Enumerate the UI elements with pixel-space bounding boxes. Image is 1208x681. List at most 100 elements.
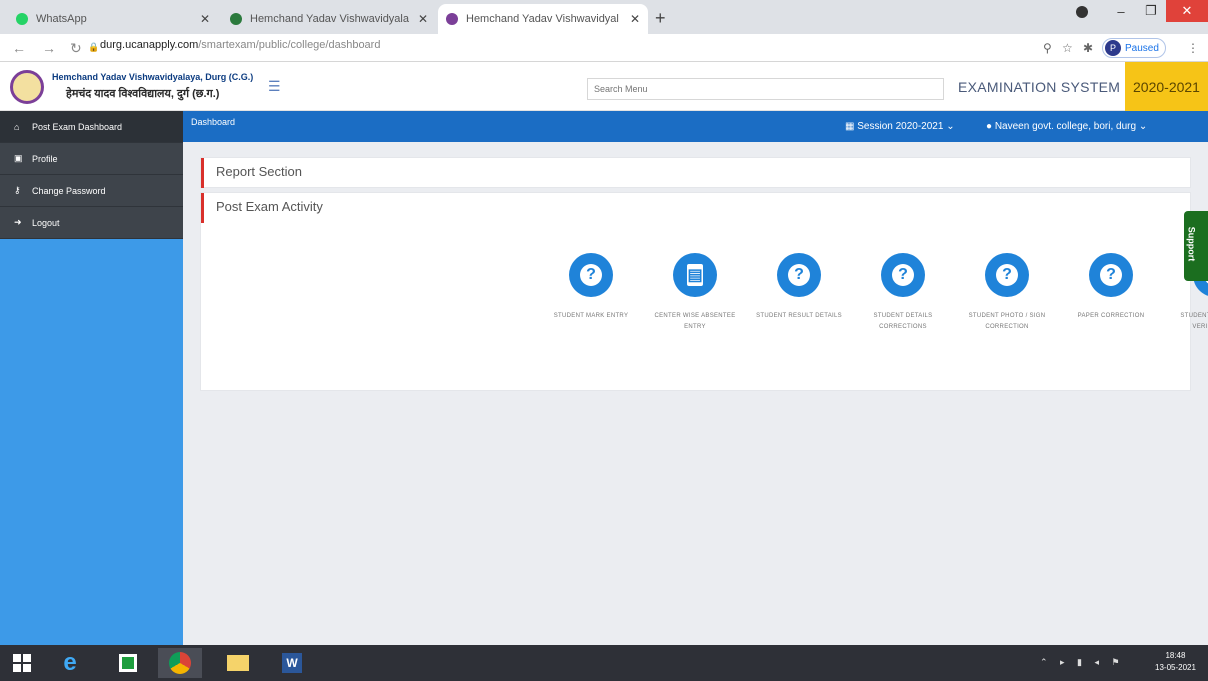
file-explorer-icon[interactable] — [216, 648, 260, 678]
activity-student-result-details[interactable]: ? STUDENT RESULT DETAILS — [747, 253, 851, 333]
sidebar-item-change-password[interactable]: ⚷ Change Password — [0, 175, 183, 207]
close-tab-icon[interactable]: ✕ — [630, 12, 640, 26]
activity-label: STUDENT PHOTO / SIGN CORRECTION — [968, 313, 1046, 330]
activity-paper-correction[interactable]: ? PAPER CORRECTION — [1059, 253, 1163, 333]
sidebar-item-logout[interactable]: ➜ Logout — [0, 207, 183, 239]
windows-start-icon[interactable] — [0, 648, 44, 678]
chevron-down-icon: ⌄ — [946, 121, 955, 132]
user-dropdown[interactable]: ● Naveen govt. college, bori, durg ⌄ — [986, 121, 1147, 132]
sidebar-item-profile[interactable]: ▣ Profile — [0, 143, 183, 175]
session-dropdown[interactable]: ▦ Session 2020-2021 ⌄ — [845, 121, 955, 132]
browser-tab-bar: WhatsApp ✕ Hemchand Yadav Vishwavidyala … — [0, 0, 1208, 34]
activity-circle: ? — [985, 253, 1029, 297]
sidebar-item-label: Profile — [32, 153, 58, 164]
clock-time: 18:48 — [1165, 651, 1186, 660]
address-bar: ← → ↻ 🔒 durg.ucanapply.com/smartexam/pub… — [0, 34, 1208, 62]
activity-circle: ? — [881, 253, 925, 297]
post-exam-activity-title: Post Exam Activity — [201, 193, 1190, 223]
sidebar-item-label: Logout — [32, 217, 60, 228]
close-tab-icon[interactable]: ✕ — [200, 12, 210, 26]
breadcrumb[interactable]: Dashboard — [191, 117, 235, 127]
activity-label: STUDENT MARK ENTRY — [553, 313, 629, 319]
avatar: P — [1105, 40, 1121, 56]
university-name-hi: हेमचंद यादव विश्वविद्यालय, दुर्ग (छ.ग.) — [66, 88, 220, 100]
tab-hemchand-1[interactable]: Hemchand Yadav Vishwavidyala ✕ — [222, 4, 436, 34]
logout-icon: ➜ — [14, 217, 22, 227]
internet-explorer-icon[interactable]: e — [48, 648, 92, 678]
top-nav-bar: Dashboard ▦ Session 2020-2021 ⌄ ● Naveen… — [183, 111, 1208, 142]
back-icon[interactable]: ← — [12, 40, 26, 56]
system-tray-icons[interactable]: ⌃ ▸ ▮ ◂ ⚑ — [1040, 657, 1125, 668]
search-menu-input[interactable] — [587, 78, 944, 100]
session-label: Session 2020-2021 — [857, 121, 944, 132]
activity-grid: ? STUDENT MARK ENTRY ▤ CENTER WISE ABSEN… — [539, 253, 1208, 333]
post-exam-activity-panel: Post Exam Activity ? STUDENT MARK ENTRY … — [200, 192, 1208, 391]
activity-label: STUDENT DETAILS CORRECTIONS — [873, 313, 933, 330]
activity-student-photo-sign-correction[interactable]: ? STUDENT PHOTO / SIGN CORRECTION — [955, 253, 1059, 333]
sidebar-item-post-exam-dashboard[interactable]: ⌂ Post Exam Dashboard — [0, 111, 183, 143]
zoom-icon[interactable]: ⚲ — [1043, 41, 1052, 55]
system-title: EXAMINATION SYSTEM — [958, 79, 1121, 95]
store-icon[interactable] — [106, 648, 150, 678]
activity-student-mark-entry[interactable]: ? STUDENT MARK ENTRY — [539, 253, 643, 333]
record-icon[interactable] — [1076, 6, 1088, 18]
close-tab-icon[interactable]: ✕ — [418, 12, 428, 26]
paused-label: Paused — [1125, 42, 1159, 54]
bookmark-star-icon[interactable]: ☆ — [1062, 41, 1073, 55]
university-name-en: Hemchand Yadav Vishwavidyalaya, Durg (C.… — [52, 72, 254, 82]
forward-icon[interactable]: → — [42, 40, 56, 56]
tab-hemchand-2[interactable]: Hemchand Yadav Vishwavidyal ✕ — [438, 4, 648, 34]
hamburger-menu-icon[interactable]: ☰ — [268, 78, 281, 95]
windows-taskbar: e W ⌃ ▸ ▮ ◂ ⚑ 18:48 13-05-2021 — [0, 645, 1208, 681]
university-logo — [10, 70, 44, 104]
home-icon: ⌂ — [14, 121, 20, 132]
user-name: Naveen govt. college, bori, durg — [994, 121, 1137, 132]
key-icon: ⚷ — [14, 185, 21, 195]
tab-whatsapp[interactable]: WhatsApp ✕ — [8, 4, 218, 34]
question-icon: ? — [788, 264, 810, 286]
whatsapp-icon — [16, 13, 28, 25]
clipboard-icon: ▤ — [687, 264, 703, 286]
year-badge: 2020-2021 — [1125, 62, 1208, 111]
profile-paused-button[interactable]: P Paused — [1102, 38, 1166, 58]
site-icon — [446, 13, 458, 25]
minimize-icon[interactable]: – — [1106, 0, 1136, 22]
url-field[interactable]: durg.ucanapply.com/smartexam/public/coll… — [100, 39, 380, 51]
clock-date: 13-05-2021 — [1155, 663, 1196, 672]
support-label: Support — [1186, 226, 1197, 262]
menu-kebab-icon[interactable]: ⋮ — [1187, 41, 1199, 55]
sidebar-item-label: Post Exam Dashboard — [32, 121, 123, 132]
support-tab[interactable]: Support — [1184, 211, 1208, 281]
activity-circle: ? — [569, 253, 613, 297]
profile-icon: ▣ — [14, 153, 23, 163]
window-controls: – ❐ ✕ — [1106, 0, 1208, 22]
calendar-icon: ▦ — [845, 121, 855, 132]
activity-circle: ? — [777, 253, 821, 297]
site-icon — [230, 13, 242, 25]
lock-icon: 🔒 — [88, 42, 100, 52]
sidebar: ⌂ Post Exam Dashboard ▣ Profile ⚷ Change… — [0, 111, 183, 645]
maximize-icon[interactable]: ❐ — [1136, 0, 1166, 22]
activity-student-details-corrections[interactable]: ? STUDENT DETAILS CORRECTIONS — [851, 253, 955, 333]
app-header: Hemchand Yadav Vishwavidyalaya, Durg (C.… — [0, 62, 1208, 111]
report-section-panel: Report Section — [200, 157, 1191, 188]
taskbar-clock[interactable]: 18:48 13-05-2021 — [1155, 650, 1196, 674]
tab-title: Hemchand Yadav Vishwavidyala — [250, 13, 409, 25]
activity-circle: ▤ — [673, 253, 717, 297]
question-icon: ? — [1100, 264, 1122, 286]
word-icon[interactable]: W — [270, 648, 314, 678]
activity-circle: ? — [1089, 253, 1133, 297]
sidebar-menu: ⌂ Post Exam Dashboard ▣ Profile ⚷ Change… — [0, 111, 183, 239]
activity-label: CENTER WISE ABSENTEE ENTRY — [654, 313, 736, 330]
close-window-icon[interactable]: ✕ — [1166, 0, 1208, 22]
reload-icon[interactable]: ↻ — [70, 40, 82, 57]
chrome-icon[interactable] — [158, 648, 202, 678]
url-path: /smartexam/public/college/dashboard — [198, 39, 381, 51]
activity-center-wise-absentee-entry[interactable]: ▤ CENTER WISE ABSENTEE ENTRY — [643, 253, 747, 333]
chevron-down-icon: ⌄ — [1138, 121, 1148, 132]
new-tab-button[interactable]: + — [655, 8, 666, 29]
tab-title: WhatsApp — [36, 13, 87, 25]
question-icon: ? — [996, 264, 1018, 286]
report-section-title[interactable]: Report Section — [201, 158, 1190, 188]
extensions-icon[interactable]: ✱ — [1083, 41, 1093, 55]
